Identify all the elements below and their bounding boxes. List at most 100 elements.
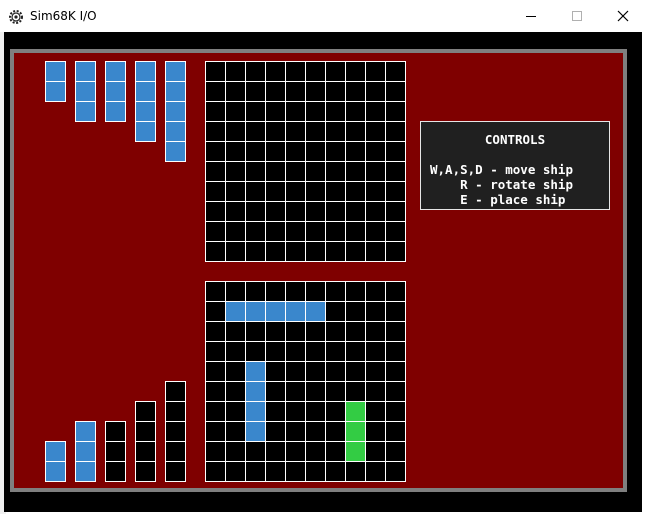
- ship-cell[interactable]: [266, 302, 285, 321]
- grid-cell[interactable]: [366, 442, 385, 461]
- grid-cell[interactable]: [246, 142, 265, 161]
- grid-cell[interactable]: [206, 182, 225, 201]
- grid-cell[interactable]: [346, 142, 365, 161]
- grid-cell[interactable]: [266, 182, 285, 201]
- grid-cell[interactable]: [226, 422, 245, 441]
- queue-ship[interactable]: [75, 421, 96, 482]
- queue-ship[interactable]: [135, 61, 156, 142]
- grid-cell[interactable]: [226, 142, 245, 161]
- grid-cell[interactable]: [246, 102, 265, 121]
- grid-cell[interactable]: [346, 302, 365, 321]
- grid-cell[interactable]: [266, 202, 285, 221]
- grid-cell[interactable]: [246, 222, 265, 241]
- grid-cell[interactable]: [386, 242, 405, 261]
- grid-cell[interactable]: [326, 282, 345, 301]
- queue-ship[interactable]: [135, 401, 156, 482]
- title-bar[interactable]: Sim68K I/O: [0, 0, 646, 32]
- grid-cell[interactable]: [206, 462, 225, 481]
- grid-cell[interactable]: [286, 202, 305, 221]
- grid-cell[interactable]: [226, 102, 245, 121]
- grid-cell[interactable]: [306, 282, 325, 301]
- grid-cell[interactable]: [326, 242, 345, 261]
- grid-cell[interactable]: [226, 182, 245, 201]
- grid-cell[interactable]: [386, 462, 405, 481]
- ship-cell[interactable]: [246, 422, 265, 441]
- grid-cell[interactable]: [266, 442, 285, 461]
- grid-cell[interactable]: [286, 102, 305, 121]
- grid-cell[interactable]: [306, 342, 325, 361]
- grid-cell[interactable]: [386, 362, 405, 381]
- grid-cell[interactable]: [226, 442, 245, 461]
- grid-cell[interactable]: [226, 382, 245, 401]
- grid-cell[interactable]: [326, 462, 345, 481]
- queue-ship[interactable]: [75, 61, 96, 122]
- grid-cell[interactable]: [226, 62, 245, 81]
- grid-cell[interactable]: [306, 122, 325, 141]
- grid-cell[interactable]: [326, 442, 345, 461]
- grid-cell[interactable]: [266, 462, 285, 481]
- grid-cell[interactable]: [346, 162, 365, 181]
- grid-cell[interactable]: [226, 462, 245, 481]
- grid-cell[interactable]: [306, 62, 325, 81]
- grid-cell[interactable]: [266, 422, 285, 441]
- grid-cell[interactable]: [366, 122, 385, 141]
- grid-cell[interactable]: [206, 202, 225, 221]
- ship-cell[interactable]: [346, 442, 365, 461]
- ship-cell[interactable]: [246, 302, 265, 321]
- grid-cell[interactable]: [206, 162, 225, 181]
- grid-cell[interactable]: [366, 142, 385, 161]
- grid-cell[interactable]: [366, 62, 385, 81]
- grid-cell[interactable]: [266, 242, 285, 261]
- grid-cell[interactable]: [206, 402, 225, 421]
- grid-cell[interactable]: [246, 462, 265, 481]
- grid-cell[interactable]: [366, 302, 385, 321]
- grid-cell[interactable]: [386, 142, 405, 161]
- grid-cell[interactable]: [346, 122, 365, 141]
- grid-cell[interactable]: [386, 122, 405, 141]
- grid-cell[interactable]: [366, 202, 385, 221]
- grid-cell[interactable]: [246, 182, 265, 201]
- grid-cell[interactable]: [206, 362, 225, 381]
- grid-cell[interactable]: [286, 82, 305, 101]
- grid-cell[interactable]: [346, 382, 365, 401]
- grid-cell[interactable]: [366, 462, 385, 481]
- grid-cell[interactable]: [266, 362, 285, 381]
- grid-cell[interactable]: [386, 282, 405, 301]
- grid-cell[interactable]: [266, 382, 285, 401]
- grid-cell[interactable]: [366, 102, 385, 121]
- grid-cell[interactable]: [286, 282, 305, 301]
- grid-cell[interactable]: [366, 222, 385, 241]
- grid-cell[interactable]: [226, 242, 245, 261]
- grid-cell[interactable]: [206, 222, 225, 241]
- grid-cell[interactable]: [206, 102, 225, 121]
- grid-cell[interactable]: [346, 62, 365, 81]
- grid-cell[interactable]: [206, 282, 225, 301]
- grid-cell[interactable]: [266, 142, 285, 161]
- grid-cell[interactable]: [346, 362, 365, 381]
- grid-cell[interactable]: [286, 182, 305, 201]
- minimize-button[interactable]: [508, 0, 554, 32]
- grid-cell[interactable]: [286, 162, 305, 181]
- ship-cell[interactable]: [346, 402, 365, 421]
- grid-cell[interactable]: [366, 422, 385, 441]
- grid-cell[interactable]: [366, 342, 385, 361]
- grid-cell[interactable]: [326, 82, 345, 101]
- grid-cell[interactable]: [226, 222, 245, 241]
- grid-cell[interactable]: [266, 282, 285, 301]
- grid-cell[interactable]: [246, 62, 265, 81]
- grid-cell[interactable]: [346, 282, 365, 301]
- close-button[interactable]: [600, 0, 646, 32]
- grid-cell[interactable]: [386, 222, 405, 241]
- grid-cell[interactable]: [206, 142, 225, 161]
- ship-cell[interactable]: [306, 302, 325, 321]
- grid-cell[interactable]: [366, 182, 385, 201]
- grid-cell[interactable]: [226, 322, 245, 341]
- grid-cell[interactable]: [286, 122, 305, 141]
- grid-cell[interactable]: [206, 382, 225, 401]
- grid-cell[interactable]: [206, 422, 225, 441]
- grid-cell[interactable]: [246, 342, 265, 361]
- grid-cell[interactable]: [266, 82, 285, 101]
- queue-ship[interactable]: [165, 61, 186, 162]
- grid-cell[interactable]: [326, 202, 345, 221]
- grid-cell[interactable]: [366, 322, 385, 341]
